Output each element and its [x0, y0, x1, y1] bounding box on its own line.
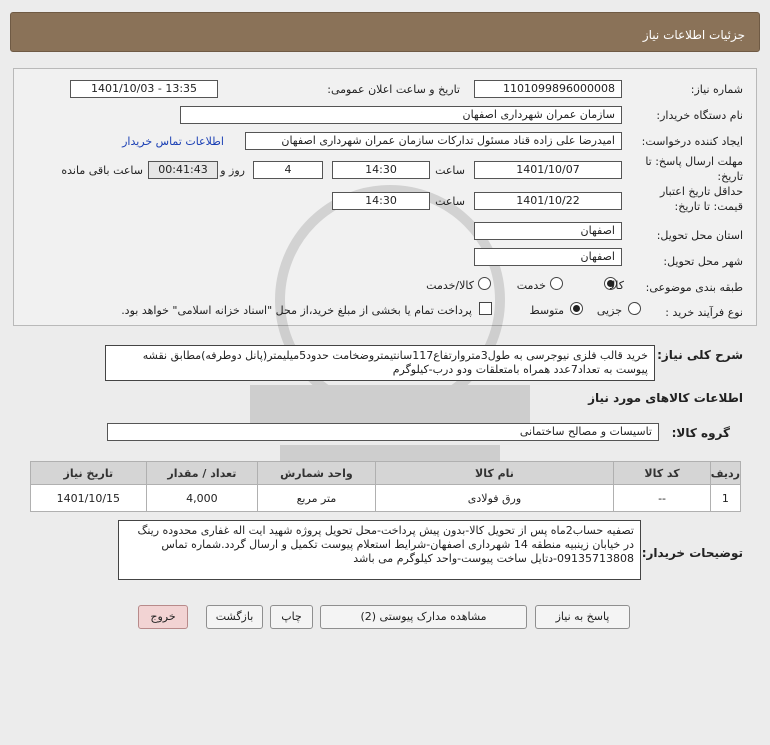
category-radio-goods-service[interactable]	[478, 277, 491, 290]
buyer-notes-label: توضیحات خریدار:	[641, 546, 743, 560]
category-label: طبقه بندی موضوعی:	[645, 281, 743, 294]
contact-info-link[interactable]: اطلاعات تماس خریدار	[122, 135, 224, 148]
buyer-org-label: نام دستگاه خریدار:	[656, 109, 743, 122]
col-qty: تعداد / مقدار	[145, 461, 259, 485]
creator-field: امیدرضا علی زاده قناد مسئول تدارکات سازم…	[245, 132, 622, 150]
category-radio-service[interactable]	[550, 277, 563, 290]
category-option-goods: کالا	[609, 279, 624, 292]
back-button[interactable]: بازگشت	[206, 605, 263, 629]
validity-time-label: ساعت	[435, 195, 465, 208]
category-option-goods-service: کالا/خدمت	[426, 279, 474, 292]
cell-unit: متر مربع	[257, 484, 376, 512]
creator-label: ایجاد کننده درخواست:	[641, 135, 743, 148]
page-title: جزئیات اطلاعات نیاز	[642, 28, 745, 42]
process-radio-minor[interactable]	[628, 302, 641, 315]
col-row: ردیف	[709, 461, 742, 485]
days-label: روز و	[220, 164, 245, 177]
exit-button[interactable]: خروج	[138, 605, 188, 629]
goods-group-field: تاسیسات و مصالح ساختمانی	[107, 423, 659, 441]
time-remaining-field: 00:41:43	[148, 161, 218, 179]
col-code: کد کالا	[613, 461, 711, 485]
print-button[interactable]: چاپ	[270, 605, 313, 629]
buyer-notes-box: تصفیه حساب2ماه پس از تحویل کالا-بدون پیش…	[118, 520, 641, 580]
goods-table: ردیف کد کالا نام کالا واحد شمارش تعداد /…	[30, 461, 742, 512]
need-number-label: شماره نیاز:	[690, 83, 743, 96]
deadline-label-line1: مهلت ارسال پاسخ: تا	[645, 155, 743, 168]
process-radio-medium[interactable]	[570, 302, 583, 315]
announce-label: تاریخ و ساعت اعلان عمومی:	[327, 83, 460, 96]
cell-code: --	[613, 484, 711, 512]
validity-label-line2: قیمت: تا تاریخ:	[674, 200, 743, 213]
city-field: اصفهان	[474, 248, 622, 266]
days-remaining-field: 4	[253, 161, 323, 179]
process-option-minor: جزیی	[596, 304, 622, 317]
cell-row: 1	[709, 484, 742, 512]
announce-field: 1401/10/03 - 13:35	[70, 80, 218, 98]
col-date: تاریخ نیاز	[30, 461, 147, 485]
cell-qty: 4,000	[145, 484, 259, 512]
validity-label-line1: حداقل تاریخ اعتبار	[659, 185, 743, 198]
process-option-medium: متوسط	[529, 304, 564, 317]
deadline-label-line2: تاریخ:	[717, 170, 743, 183]
time-remaining-label: ساعت باقی مانده	[61, 164, 143, 177]
description-label: شرح کلی نیاز:	[657, 348, 743, 362]
goods-section-title: اطلاعات کالاهای مورد نیاز	[588, 391, 743, 405]
validity-date-field: 1401/10/22	[474, 192, 622, 210]
process-label: نوع فرآیند خرید :	[665, 306, 743, 319]
deadline-time-field: 14:30	[332, 161, 430, 179]
description-box: خرید قالب فلزی نیوجرسی به طول3متروارتفاع…	[105, 345, 655, 381]
city-label: شهر محل تحویل:	[663, 255, 743, 268]
treasury-checkbox[interactable]	[479, 302, 492, 315]
treasury-note: پرداخت تمام یا بخشی از مبلغ خرید،از محل …	[121, 304, 472, 317]
table-row[interactable]: 1 -- ورق فولادی متر مربع 4,000 1401/10/1…	[30, 484, 742, 512]
goods-group-label: گروه کالا:	[671, 426, 730, 440]
need-number-field: 1101099896000008	[474, 80, 622, 98]
category-option-service: خدمت	[516, 279, 546, 292]
buyer-org-field: سازمان عمران شهرداری اصفهان	[180, 106, 622, 124]
deadline-time-label: ساعت	[435, 164, 465, 177]
validity-time-field: 14:30	[332, 192, 430, 210]
deadline-date-field: 1401/10/07	[474, 161, 622, 179]
col-name: نام کالا	[374, 461, 615, 485]
page-header: جزئیات اطلاعات نیاز	[10, 12, 760, 52]
cell-date: 1401/10/15	[30, 484, 147, 512]
table-header-row: ردیف کد کالا نام کالا واحد شمارش تعداد /…	[30, 461, 742, 485]
col-unit: واحد شمارش	[257, 461, 376, 485]
cell-name: ورق فولادی	[374, 484, 615, 512]
province-field: اصفهان	[474, 222, 622, 240]
reply-button[interactable]: پاسخ به نیاز	[535, 605, 630, 629]
view-attachments-button[interactable]: مشاهده مدارک پیوستی (2)	[320, 605, 527, 629]
province-label: استان محل تحویل:	[656, 229, 743, 242]
